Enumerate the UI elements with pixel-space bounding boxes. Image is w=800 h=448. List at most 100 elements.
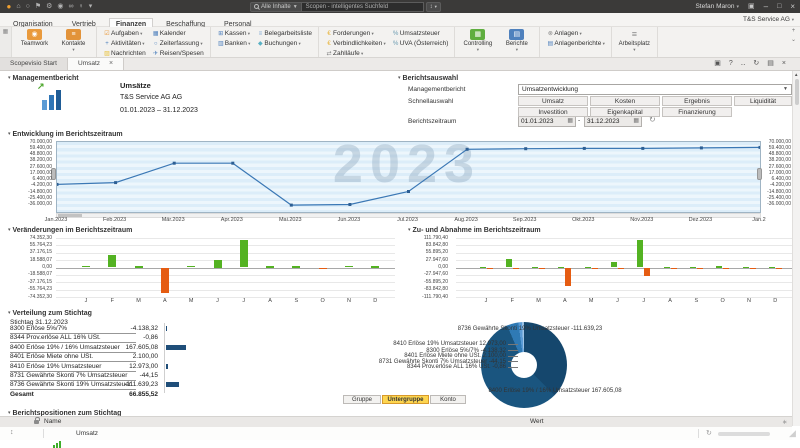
chevron-down-icon: ▼ [783, 86, 788, 92]
y-tick: 70.000,00 [768, 138, 791, 145]
quick-button-kosten[interactable]: Kosten [590, 96, 660, 106]
ribbon-item-forderungen[interactable]: € Forderungen ▾ [325, 30, 386, 39]
flag-icon[interactable]: ⚑ [35, 0, 41, 13]
data-point [114, 181, 118, 185]
ribbon-item-kalender[interactable]: ▦Kalender [152, 30, 204, 39]
quick-button-liquidität[interactable]: Liquidität [734, 96, 792, 106]
quick-button-eigenkapital[interactable]: Eigenkapital [590, 107, 660, 117]
close-icon[interactable]: × [782, 58, 786, 70]
x-tick: Mai.2023 [278, 217, 302, 223]
doc-tab-umsatz[interactable]: Umsatz × [67, 58, 125, 70]
column-name[interactable]: Name [44, 418, 61, 425]
ribbon-item-aufgaben[interactable]: ☑Aufgaben ▾ [103, 30, 146, 39]
ribbon-button-berichte[interactable]: ▤ Berichte ▾ [497, 28, 536, 52]
report-chart-icon: ↗ [37, 81, 66, 110]
workplace-icon: ≡ [631, 29, 637, 39]
collapse-icon[interactable]: ▾ [8, 310, 11, 316]
dropdown-icon[interactable]: ▾ [89, 0, 93, 13]
ribbon-collapse-button[interactable]: + ⌄ [787, 27, 800, 57]
ribbon-group: ▦ Controlling ▾ ▤ Berichte ▾ [455, 27, 541, 57]
help-icon[interactable]: ? [729, 58, 733, 70]
close-button[interactable]: × [790, 0, 795, 13]
quick-button-finanzierung[interactable]: Finanzierung [662, 107, 732, 117]
ribbon-item-umsatzsteuer[interactable]: %Umsatzsteuer [392, 30, 449, 39]
close-tab-icon[interactable]: × [109, 60, 113, 67]
search-input[interactable]: Scopen - intelligentes Suchfeld [301, 1, 424, 12]
ribbon-edge-button[interactable]: ▦ [0, 27, 12, 57]
collapse-icon[interactable]: ▾ [8, 75, 11, 81]
gear-icon[interactable]: ⚙ [46, 0, 52, 13]
ribbon-group: ◉ Teamwork ≡ Kontakte ▾ [12, 27, 97, 57]
x-tick: J [642, 298, 646, 304]
line-chart-plot: 2023 [56, 141, 761, 213]
vertical-scrollbar[interactable]: ▲ [792, 71, 800, 426]
ribbon-item-belegarbeitsliste[interactable]: ≡ Belegarbeitsliste [256, 30, 312, 39]
company-selector[interactable]: T&S Service AG ▾ [743, 16, 794, 23]
user-menu[interactable]: Stefan Maron ▾ [695, 3, 739, 10]
resize-grip[interactable]: ◢ [789, 428, 796, 439]
dropdown-caret-icon: ▾ [297, 41, 301, 46]
column-chooser-icon[interactable]: ∗ [782, 418, 787, 426]
scrollbar-thumb[interactable] [794, 79, 799, 105]
minimize-button[interactable]: – [764, 0, 768, 13]
more-icon[interactable]: ‥ [741, 58, 746, 70]
ribbon-item-banken[interactable]: ▥Banken ▾ [217, 40, 250, 49]
report-select[interactable]: ▼ Umsatzentwicklung [518, 84, 792, 95]
document-icon[interactable]: ▤ [767, 58, 774, 70]
quick-button-umsatz[interactable]: Umsatz [518, 96, 588, 106]
period-dash: - [578, 117, 581, 124]
y-tick: 111.790,40 [423, 234, 448, 241]
ribbon-button-controlling[interactable]: ▦ Controlling ▾ [458, 28, 497, 52]
search-scope-button[interactable]: Alle Inhalte ▼ [250, 1, 302, 12]
ribbon-button-teamwork[interactable]: ◉ Teamwork [15, 28, 54, 48]
camera-icon[interactable]: ◉ [57, 0, 63, 13]
x-tick: Apr.2023 [220, 217, 243, 223]
search-options-button[interactable]: ↕ ▾ [425, 1, 441, 12]
refresh-icon[interactable]: ↻ [706, 429, 712, 437]
ribbon-item-aktivitäten[interactable]: + Aktivitäten ▾ [103, 40, 146, 49]
ribbon-item-anlagen[interactable]: ⊗Anlagen ▾ [546, 30, 605, 39]
ribbon-item-uva-österreich[interactable]: %UVA (Österreich) [392, 40, 448, 49]
ribbon-button-arbeitsplatz[interactable]: ≡ Arbeitsplatz ▾ [615, 28, 654, 52]
collapse-icon[interactable]: ▾ [408, 227, 411, 233]
calendar-icon[interactable]: ▦ [567, 117, 573, 126]
positions-row[interactable]: ↕ Umsatz ↻ [0, 427, 792, 448]
quick-button-investition[interactable]: Investition [518, 107, 588, 117]
ribbon-item-verbindlichkeiten[interactable]: € Verbindlichkeiten ▾ [325, 40, 385, 49]
period-to-input[interactable]: ▦ 31.12.2023 [584, 116, 642, 127]
home-icon[interactable]: ⌂ [16, 0, 20, 13]
pin-icon[interactable]: ♀ [78, 0, 83, 13]
quick-button-ergebnis[interactable]: Ergebnis [662, 96, 732, 106]
refresh-icon[interactable]: ↻ [753, 58, 759, 70]
collapse-icon[interactable]: ▾ [398, 75, 401, 81]
reports-icon: ▤ [509, 29, 525, 40]
collapse-icon[interactable]: ▾ [8, 131, 11, 137]
group-button-konto[interactable]: Konto [430, 395, 466, 404]
gridline [56, 267, 395, 269]
bar [187, 266, 196, 268]
clock-icon[interactable]: ○ [26, 0, 30, 13]
search-placeholder: Scopen - intelligentes Suchfeld [305, 3, 389, 10]
doc-tab-scopevisio-start[interactable]: Scopevisio Start [0, 58, 68, 70]
apps-grid-icon[interactable]: ▣ [748, 0, 755, 13]
link-icon[interactable]: ∞ [68, 0, 73, 13]
verteilung-row-value: -0,86 [143, 334, 158, 342]
collapse-icon[interactable]: ▾ [8, 227, 11, 233]
group-button-untergruppe[interactable]: Untergruppe [382, 395, 429, 404]
ribbon-item-buchungen[interactable]: ◆ Buchungen ▾ [256, 40, 312, 49]
column-wert[interactable]: Wert [530, 418, 544, 425]
expand-icon[interactable]: ↕ [10, 429, 14, 436]
ribbon-item-anlagenberichte[interactable]: ▤Anlagenberichte ▾ [546, 40, 605, 49]
gridline [456, 245, 795, 247]
scroll-up-icon[interactable]: ▲ [794, 72, 798, 77]
period-from-input[interactable]: ▦ 01.01.2023 [518, 116, 576, 127]
app-logo-icon[interactable]: ● [7, 0, 12, 13]
ribbon-item-zeiterfassung[interactable]: ○ Zeiterfassung ▾ [152, 40, 204, 49]
ribbon-button-kontakte[interactable]: ≡ Kontakte ▾ [54, 28, 93, 52]
maximize-button[interactable]: □ [777, 0, 781, 13]
section-entwicklung: ▾ Entwicklung im Berichtszeitraum [8, 131, 123, 138]
calendar-icon[interactable]: ▦ [633, 117, 639, 126]
ribbon-item-kassen[interactable]: ⊞Kassen ▾ [217, 30, 251, 39]
group-button-gruppe[interactable]: Gruppe [343, 395, 381, 404]
duplicate-icon[interactable]: ▣ [714, 58, 721, 70]
